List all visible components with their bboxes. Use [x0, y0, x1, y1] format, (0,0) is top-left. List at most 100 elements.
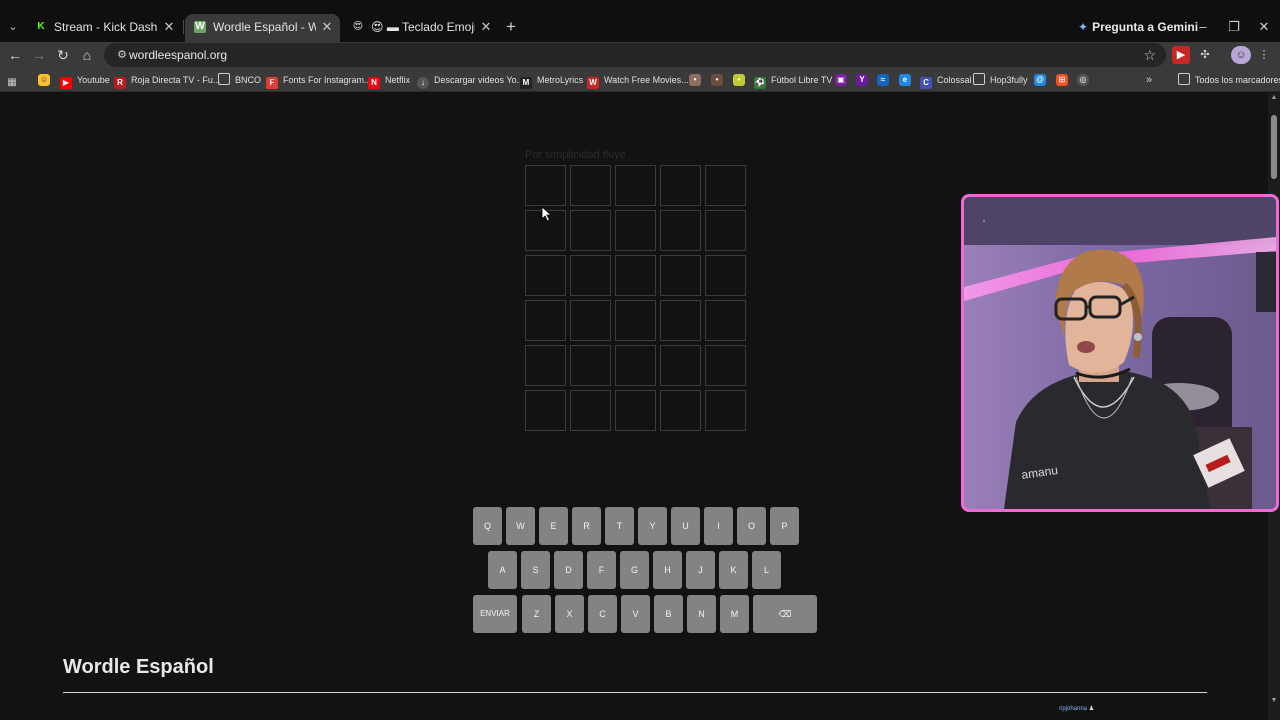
key-m[interactable]: M: [720, 595, 749, 633]
bookmark-descargar-videos[interactable]: ↓ Descargar videos Yo...: [417, 72, 524, 89]
board-tile: [615, 210, 656, 251]
key-t[interactable]: T: [605, 507, 634, 545]
bookmark-label: Todos los marcadores: [1195, 75, 1280, 85]
all-bookmarks-folder[interactable]: Todos los marcadores: [1178, 72, 1280, 88]
scroll-thumb[interactable]: [1271, 115, 1277, 179]
menu-kebab-icon[interactable]: ⋮: [1255, 46, 1273, 64]
credit-text: ripjohanna: [1059, 706, 1088, 712]
key-n[interactable]: N: [687, 595, 716, 633]
bookmark-e-icon[interactable]: e: [899, 74, 911, 86]
bookmark-netflix[interactable]: N Netflix: [368, 72, 411, 89]
extensions-puzzle-icon[interactable]: ✣: [1196, 46, 1214, 64]
key-s[interactable]: S: [521, 551, 550, 589]
enviar-key[interactable]: ENVIAR: [473, 595, 517, 633]
key-z[interactable]: Z: [522, 595, 551, 633]
bookmark-blue-icon[interactable]: ≈: [877, 74, 889, 86]
key-e[interactable]: E: [539, 507, 568, 545]
board-tile: [570, 390, 611, 431]
board-tile: [525, 255, 566, 296]
board-tile: [525, 300, 566, 341]
bookmark-colossal[interactable]: C Colossal: [920, 72, 972, 89]
key-h[interactable]: H: [653, 551, 682, 589]
key-g[interactable]: G: [620, 551, 649, 589]
close-tab-icon[interactable]: ✕: [479, 14, 493, 40]
address-bar[interactable]: ⚙ wordleespanol.org ☆: [104, 43, 1166, 67]
key-v[interactable]: V: [621, 595, 650, 633]
bookmark-bnco[interactable]: BNCO: [218, 72, 261, 88]
board-tile: [615, 300, 656, 341]
board-tile: [660, 210, 701, 251]
apps-grid-icon[interactable]: ▦: [6, 72, 23, 88]
more-bookmarks-chevron-icon[interactable]: »: [1146, 72, 1152, 88]
board-tile: [705, 345, 746, 386]
board-tile: [660, 165, 701, 206]
key-l[interactable]: L: [752, 551, 781, 589]
key-o[interactable]: O: [737, 507, 766, 545]
key-p[interactable]: P: [770, 507, 799, 545]
smiley-bookmark-icon[interactable]: ☺: [38, 74, 50, 86]
key-q[interactable]: Q: [473, 507, 502, 545]
character-bookmark-icon[interactable]: •: [689, 74, 701, 86]
extension-red-icon[interactable]: ▶: [1172, 46, 1190, 64]
kick-icon: K: [37, 21, 45, 32]
tab-wordle-espanol[interactable]: W Wordle Español - Wordle ilimita... ✕: [185, 14, 340, 42]
back-icon[interactable]: ←: [5, 45, 25, 65]
leaf-bookmark-icon[interactable]: •: [733, 74, 745, 86]
key-y[interactable]: Y: [638, 507, 667, 545]
key-c[interactable]: C: [588, 595, 617, 633]
reload-icon[interactable]: ↻: [53, 45, 73, 65]
key-k[interactable]: K: [719, 551, 748, 589]
close-tab-icon[interactable]: ✕: [320, 14, 334, 40]
key-f[interactable]: F: [587, 551, 616, 589]
board-tile: [525, 390, 566, 431]
metrolyrics-icon: M: [520, 77, 532, 89]
close-window-icon[interactable]: ✕: [1254, 18, 1274, 36]
bookmark-futbol-libre[interactable]: ⚽ Fútbol Libre TV: [754, 72, 832, 89]
ask-gemini-button[interactable]: ✦ Pregunta a Gemini: [1078, 18, 1198, 36]
globe-icon[interactable]: ◎: [1077, 74, 1089, 86]
tab-teclado-emoji[interactable]: 😍 😍 ▬ Teclado Emoji 👍 🔥 395 ✕: [343, 14, 499, 42]
bookmark-label: Netflix: [385, 75, 411, 85]
bookmark-label: BNCO: [235, 75, 262, 85]
key-a[interactable]: A: [488, 551, 517, 589]
microsoft-icon[interactable]: ⊞: [1056, 74, 1068, 86]
bookmark-hop3fully[interactable]: Hop3fully: [973, 72, 1028, 88]
tab-strip: ⌄ K Stream - Kick Dashboard ✕ W Wordle E…: [0, 0, 1280, 42]
tab-search-chevron-icon[interactable]: ⌄: [4, 18, 22, 36]
minimize-icon[interactable]: –: [1193, 18, 1213, 36]
restore-icon[interactable]: ❐: [1224, 18, 1244, 36]
scroll-down-icon[interactable]: ▼: [1268, 696, 1280, 706]
avatar-bookmark-icon[interactable]: •: [711, 74, 723, 86]
scroll-up-icon[interactable]: ▲: [1268, 93, 1280, 103]
bookmark-metrolyrics[interactable]: M MetroLyrics: [520, 72, 584, 89]
site-info-icon[interactable]: ⚙: [114, 47, 130, 63]
address-text[interactable]: wordleespanol.org: [129, 43, 227, 67]
profile-avatar[interactable]: ☺: [1231, 46, 1251, 64]
key-r[interactable]: R: [572, 507, 601, 545]
board-tile: [615, 390, 656, 431]
home-icon[interactable]: ⌂: [77, 45, 97, 65]
key-j[interactable]: J: [686, 551, 715, 589]
forward-icon[interactable]: →: [29, 45, 49, 65]
bookmark-roja-directa[interactable]: R Roja Directa TV - Fu...: [114, 72, 220, 89]
key-u[interactable]: U: [671, 507, 700, 545]
board-tile: [525, 345, 566, 386]
backspace-key-icon[interactable]: ⌫: [753, 595, 817, 633]
key-b[interactable]: B: [654, 595, 683, 633]
bookmark-label: MetroLyrics: [537, 75, 584, 85]
tab-title: Stream - Kick Dashboard: [54, 20, 158, 34]
key-i[interactable]: I: [704, 507, 733, 545]
yahoo-icon[interactable]: Y: [856, 74, 868, 86]
key-w[interactable]: W: [506, 507, 535, 545]
bookmark-fonts-instagram[interactable]: F Fonts For Instagram...: [266, 72, 372, 89]
key-x[interactable]: X: [555, 595, 584, 633]
new-tab-button[interactable]: +: [502, 18, 520, 36]
key-d[interactable]: D: [554, 551, 583, 589]
close-tab-icon[interactable]: ✕: [162, 14, 176, 40]
bookmark-star-icon[interactable]: ☆: [1143, 43, 1156, 67]
bookmark-at-icon[interactable]: @: [1034, 74, 1046, 86]
bookmark-purple-icon[interactable]: ▣: [835, 74, 847, 86]
bookmark-youtube[interactable]: ▶ Youtube: [60, 72, 110, 89]
tab-kick-dashboard[interactable]: K Stream - Kick Dashboard ✕: [26, 14, 182, 42]
bookmark-watch-free-movies[interactable]: W Watch Free Movies...: [587, 72, 689, 89]
